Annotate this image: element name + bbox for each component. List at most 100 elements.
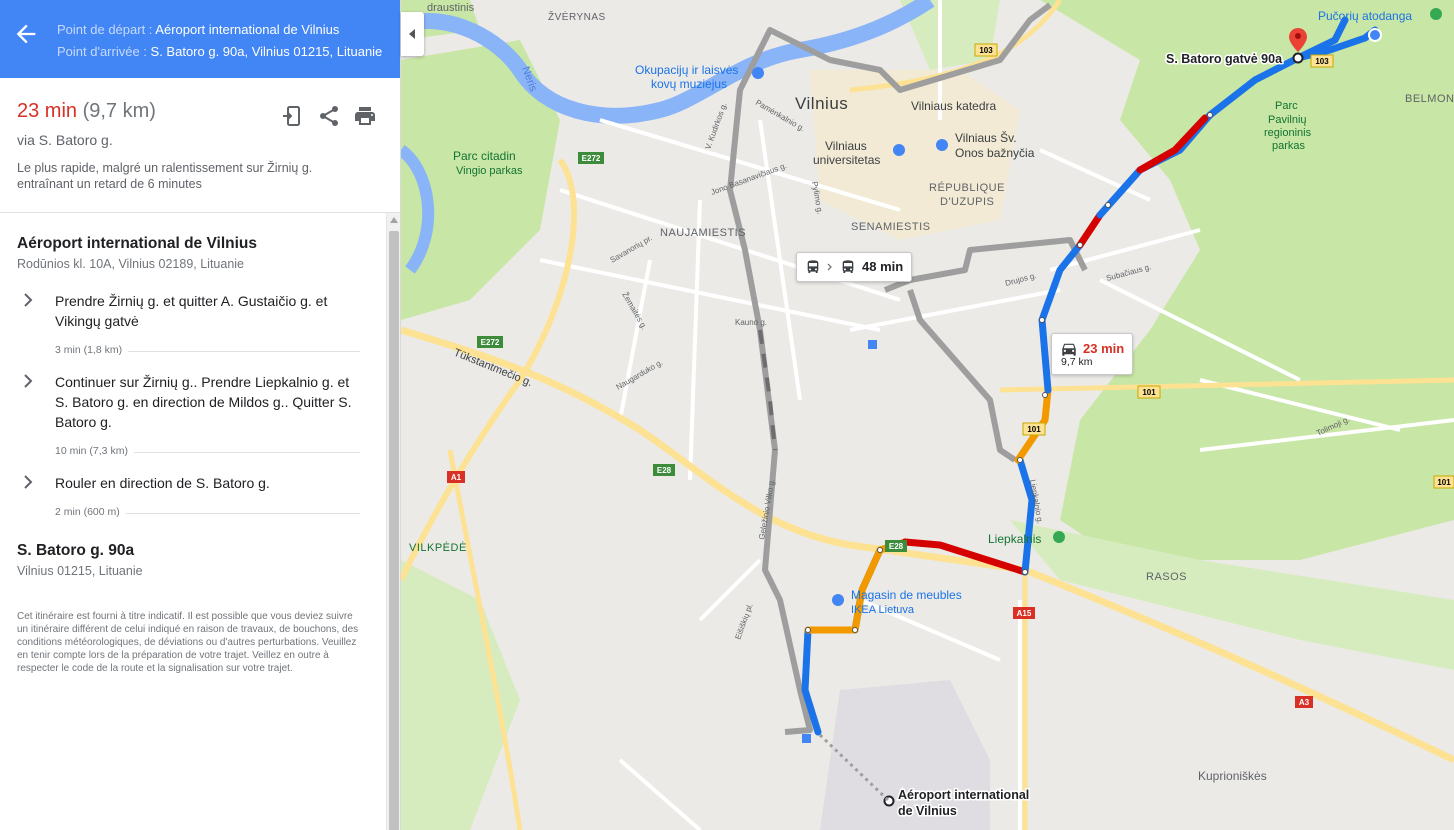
step-text: Continuer sur Žirnių g.. Prendre Liepkal… (55, 374, 352, 430)
road-shield: A15 (1017, 609, 1032, 618)
directions-panel: Point de départ : Aéroport international… (0, 0, 401, 830)
map-label: draustinis (427, 2, 475, 14)
share-button[interactable] (317, 104, 341, 128)
route-via: via S. Batoro g. (17, 132, 113, 148)
map-label: Naugarduko g. (615, 358, 665, 392)
train-station-icon[interactable] (868, 340, 877, 349)
road-shield: 103 (1315, 57, 1329, 66)
map-label: RÉPUBLIQUE (929, 181, 1005, 194)
map-label: Pučorių atodanga (1318, 9, 1412, 23)
route-duration: 23 min (17, 100, 78, 122)
map-label: Parc (1275, 100, 1298, 112)
road-shield: 101 (1437, 478, 1451, 487)
destination-title: S. Batoro g. 90a (17, 542, 135, 559)
origin-marker-label: Aéroport international (898, 788, 1029, 802)
map-label: Magasin de meubles (851, 588, 962, 602)
road-shield: E272 (582, 154, 601, 163)
scroll-thumb[interactable] (389, 231, 399, 830)
road-shield: 101 (1142, 388, 1156, 397)
road-shield: 101 (1027, 425, 1041, 434)
send-to-phone-icon (283, 106, 300, 126)
map-label: Vingio parkas (456, 165, 523, 177)
directions-header: Point de départ : Aéroport international… (0, 0, 400, 78)
map-label: Vilniaus Šv. (955, 130, 1017, 145)
step-meta: 3 min (1,8 km) (55, 344, 129, 356)
share-icon (320, 106, 338, 126)
print-button[interactable] (353, 104, 377, 128)
park-area (401, 560, 520, 830)
map-label: RASOS (1146, 571, 1187, 583)
poi-marker[interactable] (752, 67, 764, 79)
end-point-label: Point d'arrivée : (57, 44, 151, 59)
route-distance: (9,7 km) (82, 100, 156, 122)
chevron-right-icon[interactable] (22, 475, 34, 489)
drive-distance: 9,7 km (1061, 356, 1093, 368)
map-label: Vilniaus (825, 139, 867, 153)
send-to-phone-button[interactable] (280, 104, 304, 128)
map-label: IKEA Lietuva (851, 604, 915, 616)
chevron-right-icon[interactable] (22, 293, 34, 307)
map-svg: 103 103 E272 E272 E28 E28 A1 A15 A3 101 … (401, 0, 1454, 830)
bus-stop-icon[interactable] (802, 734, 811, 743)
collapse-panel-button[interactable] (401, 12, 424, 56)
poi-marker[interactable] (1053, 531, 1065, 543)
road-shield: E28 (889, 542, 904, 551)
map-label: kovų muziejus (651, 77, 727, 91)
road-shield: 103 (979, 46, 993, 55)
map-label: Pavilnių (1268, 114, 1307, 126)
poi-marker[interactable] (1430, 8, 1442, 20)
arrow-back-icon (16, 24, 36, 44)
destination-address: Vilnius 01215, Lituanie (17, 564, 143, 578)
map-label: universitetas (813, 153, 880, 167)
map-label: BELMON (1405, 93, 1454, 105)
route-description: Le plus rapide, malgré un ralentissement… (17, 161, 313, 191)
end-point-value: S. Batoro g. 90a, Vilnius 01215, Lituani… (150, 44, 383, 59)
map-label: ŽVĖRYNAS (548, 10, 606, 23)
panel-scrollbar[interactable] (386, 213, 400, 830)
map-label: regioninis (1264, 127, 1312, 139)
map-label: VILKPĖDĖ (409, 541, 467, 554)
poi-marker[interactable] (936, 139, 948, 151)
start-point-label: Point de départ : (57, 22, 156, 37)
drive-time-callout[interactable]: 23 min 9,7 km (1051, 333, 1133, 375)
map-label: Kauno g. (735, 318, 767, 327)
map-label: Savanorių pr. (609, 233, 654, 264)
map-label: Eišiškių pl. (733, 602, 754, 641)
chevron-right-icon[interactable] (22, 374, 34, 388)
separator (0, 212, 400, 213)
drive-duration: 23 min (1083, 341, 1125, 356)
map-label: Okupacijų ir laisvės (635, 63, 738, 77)
start-point[interactable]: Point de départ : Aéroport international… (57, 22, 339, 37)
map-label: Parc citadin (453, 149, 516, 163)
bus-icon (807, 260, 819, 273)
map-label: Drujos g. (1004, 271, 1037, 288)
map-label: SENAMIESTIS (851, 221, 930, 233)
map-label: NAUJAMIESTIS (660, 227, 746, 239)
map-label: Onos bažnyčia (955, 146, 1035, 160)
poi-marker[interactable] (1368, 28, 1382, 42)
map-label: Subačiaus g. (1105, 262, 1152, 283)
back-button[interactable] (12, 20, 40, 48)
map-label: V. Kudirkos g. (703, 101, 728, 150)
road-shield: E272 (481, 338, 500, 347)
bus-icon (842, 260, 854, 273)
step-text: Prendre Žirnių g. et quitter A. Gustaiči… (55, 293, 328, 329)
transit-time-callout[interactable]: 48 min (796, 252, 912, 282)
disclaimer: Cet itinéraire est fourni à titre indica… (17, 611, 359, 674)
step-meta: 10 min (7,3 km) (55, 445, 134, 457)
map-label: Liepkalnis (988, 532, 1041, 546)
scroll-up-arrow[interactable] (390, 217, 398, 223)
transit-duration: 48 min (862, 259, 904, 274)
poi-marker[interactable] (832, 594, 844, 606)
chevron-right-icon (827, 263, 832, 271)
map-label: parkas (1272, 140, 1306, 152)
poi-marker[interactable] (893, 144, 905, 156)
end-point[interactable]: Point d'arrivée : S. Batoro g. 90a, Viln… (57, 44, 382, 59)
road-shield: A1 (451, 473, 462, 482)
destination-marker-label: S. Batoro gatvė 90a (1166, 52, 1283, 66)
origin-marker-label: de Vilnius (898, 804, 957, 818)
road-shield: A3 (1299, 698, 1310, 707)
map-canvas[interactable]: 103 103 E272 E272 E28 E28 A1 A15 A3 101 … (401, 0, 1454, 830)
print-icon (355, 107, 375, 125)
step-text: Rouler en direction de S. Batoro g. (55, 475, 270, 491)
